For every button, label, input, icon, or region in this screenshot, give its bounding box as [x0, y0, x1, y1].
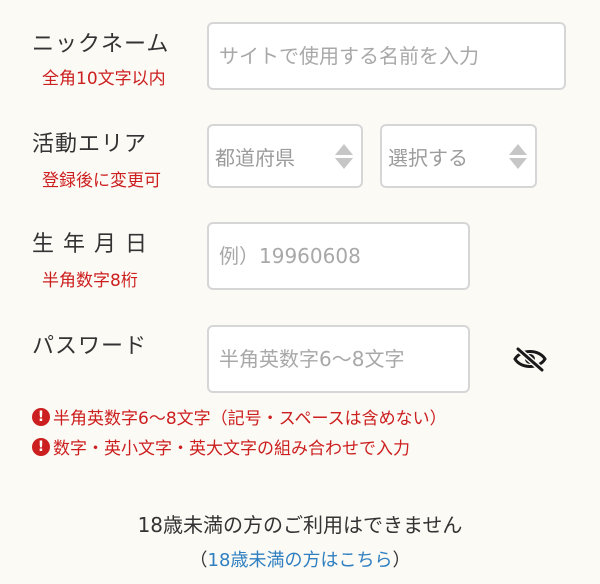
- select-arrows-icon: [509, 143, 527, 169]
- password-input[interactable]: [207, 325, 470, 393]
- password-rule-2: ! 数字・英小文字・英大文字の組み合わせで入力: [32, 434, 410, 459]
- area-hint: 登録後に変更可: [42, 171, 161, 191]
- birthdate-hint: 半角数字8桁: [42, 271, 138, 291]
- birthdate-input[interactable]: [207, 222, 470, 290]
- password-rule-text: 数字・英小文字・英大文字の組み合わせで入力: [53, 439, 410, 459]
- prefecture-select[interactable]: 都道府県: [207, 124, 363, 188]
- prefecture-select-value: 都道府県: [215, 145, 295, 170]
- under-18-link[interactable]: 18歳未満の方はこちら: [208, 550, 393, 571]
- nickname-input[interactable]: [207, 22, 566, 90]
- nickname-hint: 全角10文字以内: [42, 69, 166, 89]
- password-label: パスワード: [32, 334, 148, 359]
- city-select-value: 選択する: [388, 145, 468, 170]
- eye-slash-icon[interactable]: [512, 345, 548, 373]
- paren-open: （: [189, 550, 208, 571]
- paren-close: ）: [392, 550, 411, 571]
- birthdate-label: 生 年 月 日: [32, 232, 148, 257]
- exclamation-circle-icon: !: [32, 437, 50, 456]
- password-rule-1: ! 半角英数字6〜8文字（記号・スペースは含めない）: [32, 404, 447, 429]
- age-notice-link-row: （18歳未満の方はこちら）: [0, 546, 600, 572]
- age-notice: 18歳未満の方のご利用はできません: [137, 513, 463, 537]
- nickname-label: ニックネーム: [32, 32, 170, 57]
- select-arrows-icon: [335, 143, 353, 169]
- password-rule-text: 半角英数字6〜8文字（記号・スペースは含めない）: [53, 409, 447, 429]
- area-label: 活動エリア: [32, 132, 148, 157]
- exclamation-circle-icon: !: [32, 407, 50, 426]
- city-select[interactable]: 選択する: [380, 124, 537, 188]
